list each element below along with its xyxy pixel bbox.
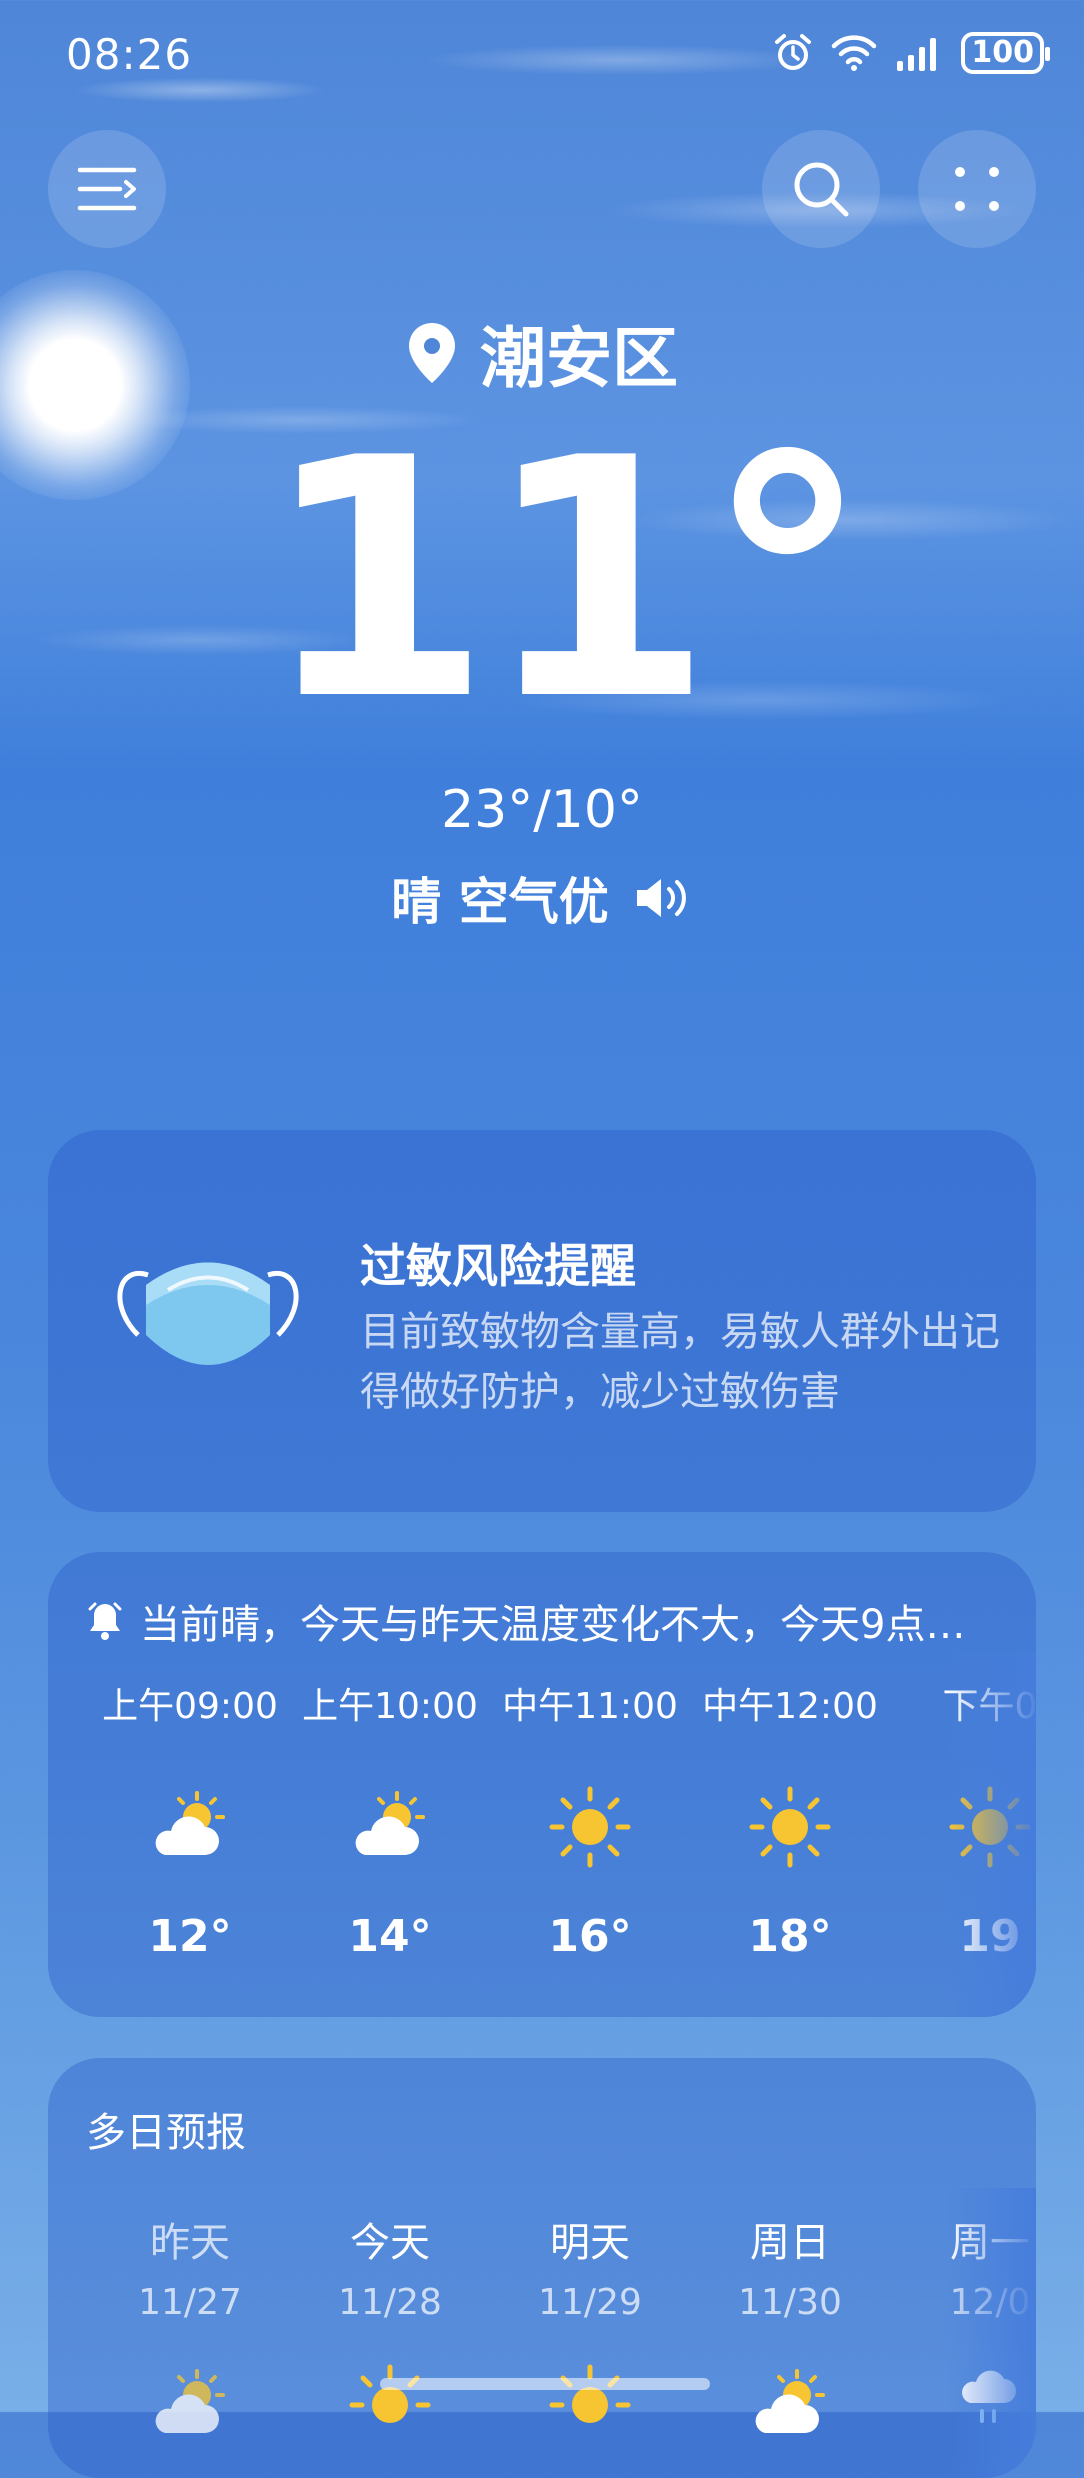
- search-icon: [794, 162, 849, 217]
- search-button[interactable]: [762, 130, 880, 248]
- day-item[interactable]: 周日 11/30: [690, 2210, 890, 2443]
- allergy-alert-card[interactable]: 过敏风险提醒 目前致敏物含量高，易敏人群外出记得做好防护，减少过敏伤害: [48, 1130, 1036, 1512]
- hour-temp: 18°: [748, 1911, 832, 1962]
- scroll-fade: [946, 1652, 1036, 2017]
- allergy-title: 过敏风险提醒: [360, 1239, 636, 1293]
- hour-temp: 16°: [548, 1911, 632, 1962]
- hour-time: 上午09:00: [102, 1686, 278, 1727]
- day-date: 11/27: [138, 2282, 242, 2323]
- hour-time: 上午10:00: [302, 1686, 478, 1727]
- face-mask-icon: [117, 1262, 299, 1365]
- menu-button[interactable]: [48, 130, 166, 248]
- hour-item: 上午10:00 14°: [290, 1677, 490, 1962]
- partly-cloudy-icon: [155, 1791, 225, 1855]
- hourly-forecast-card[interactable]: 当前晴，今天与昨天温度变化不大，今天9点… 上午09:00 12° 上午10:0…: [48, 1552, 1036, 2017]
- day-date: 11/28: [338, 2282, 442, 2323]
- day-name: 今天: [350, 2220, 430, 2266]
- more-dots-icon: [955, 167, 999, 211]
- hourly-summary: 当前晴，今天与昨天温度变化不大，今天9点…: [88, 1592, 1016, 1650]
- menu-icon: [77, 167, 137, 211]
- hour-temp: 14°: [348, 1911, 432, 1962]
- day-date: 11/29: [538, 2282, 642, 2323]
- sun-icon: [549, 2364, 631, 2423]
- sun-icon: [549, 1786, 631, 1868]
- partly-cloudy-icon: [355, 1791, 425, 1855]
- status-icons: 100: [773, 32, 1050, 74]
- alarm-icon: [775, 34, 812, 70]
- day-name: 明天: [550, 2220, 630, 2266]
- more-button[interactable]: [918, 130, 1036, 248]
- day-item[interactable]: 明天 11/29: [490, 2210, 690, 2447]
- current-temperature: 11°: [261, 388, 870, 772]
- hourly-summary-text: 当前晴，今天与昨天温度变化不大，今天9点…: [140, 1602, 966, 1648]
- partly-cloudy-icon: [755, 2369, 825, 2433]
- battery-indicator: 100: [961, 32, 1050, 74]
- day-item[interactable]: 今天 11/28: [290, 2210, 490, 2447]
- high-low-temperature: 23°/10°: [441, 780, 643, 840]
- allergy-description: 目前致敏物含量高，易敏人群外出记得做好防护，减少过敏伤害: [360, 1309, 1000, 1415]
- hour-time: 中午11:00: [502, 1686, 678, 1727]
- hour-item: 中午12:00 18°: [690, 1677, 890, 1962]
- hour-item: 上午09:00 12°: [90, 1677, 290, 1962]
- status-bar: 08:26 100: [0, 0, 1084, 110]
- weather-condition: 晴 空气优: [0, 862, 1084, 934]
- day-item[interactable]: 昨天 11/27: [90, 2210, 290, 2443]
- location-pin-icon: [409, 323, 455, 383]
- partly-cloudy-icon: [155, 2369, 225, 2433]
- scroll-fade: [946, 2188, 1036, 2478]
- status-time: 08:26: [66, 30, 193, 79]
- sun-icon: [749, 1786, 831, 1868]
- day-date: 11/30: [738, 2282, 842, 2323]
- hour-item: 中午11:00 16°: [490, 1677, 690, 1962]
- home-indicator[interactable]: [380, 2378, 710, 2390]
- condition-text: 晴 空气优: [391, 873, 609, 931]
- signal-icon: [897, 38, 937, 71]
- location-name: 潮安区: [480, 320, 678, 397]
- sun-icon: [349, 2364, 431, 2423]
- speaker-icon[interactable]: [633, 875, 693, 921]
- bell-icon: [88, 1602, 122, 1640]
- location-title[interactable]: 潮安区: [0, 305, 1084, 401]
- multi-day-forecast-card[interactable]: 多日预报 昨天 11/27 今天 11/28 明天 11/29 周日 11/30…: [48, 2058, 1036, 2478]
- wifi-icon: [832, 35, 877, 71]
- day-name: 昨天: [150, 2220, 230, 2266]
- forecast-title: 多日预报: [86, 2110, 246, 2156]
- hour-time: 中午12:00: [702, 1686, 878, 1727]
- hour-temp: 12°: [148, 1911, 232, 1962]
- day-name: 周日: [750, 2220, 830, 2266]
